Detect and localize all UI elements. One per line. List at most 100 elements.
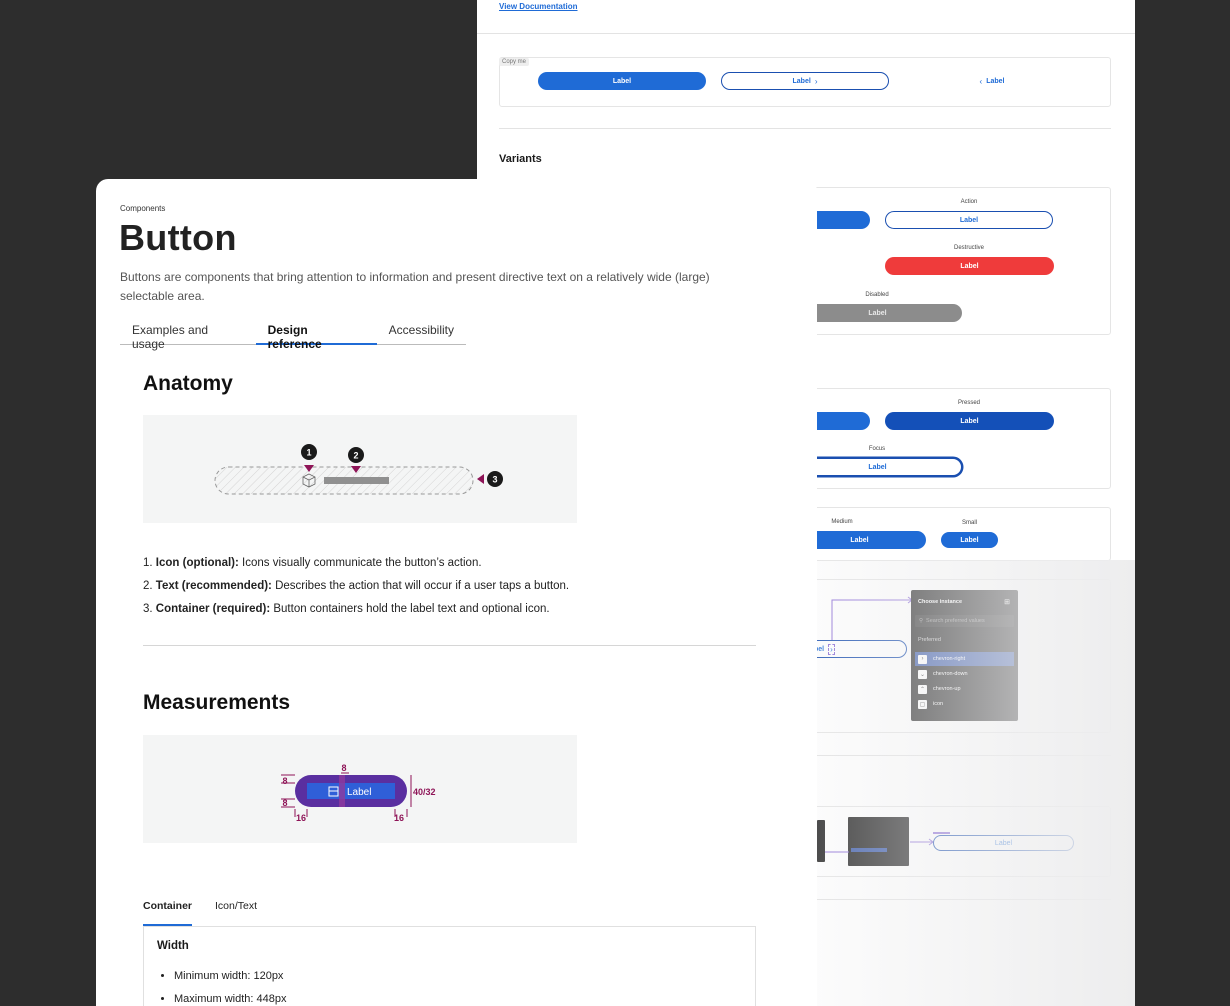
subtab-container[interactable]: Container [143,899,193,926]
outline-button-partial[interactable]: bel › [807,640,907,658]
list-desc: Icons visually communicate the button’s … [238,557,482,569]
list-item: 3. Container (required): Button containe… [143,603,763,626]
outline-button-wide[interactable]: Label [933,835,1074,851]
instance-item-chevron-up[interactable]: ⌃ chevron-up [915,682,1014,696]
destructive-button[interactable]: Label [885,257,1054,275]
button-label: Label [868,309,887,317]
view-documentation-link[interactable]: View Documentation [499,2,578,11]
width-list: Minimum width: 120px Maximum width: 448p… [174,970,287,1006]
search-input[interactable]: ⚲ Search preferred values [915,615,1014,627]
subtab-icon-text[interactable]: Icon/Text [215,899,257,926]
page-description: Buttons are components that bring attent… [120,270,710,303]
small-button[interactable]: Label [941,532,998,548]
chevron-right-icon: › [918,654,927,664]
grid-view-icon[interactable]: ⊞ [1004,598,1010,606]
instance-item-icon[interactable]: ▢ icon [915,697,1014,711]
placeholder-icon: ▢ [918,699,927,709]
anatomy-list: 1. Icon (optional): Icons visually commu… [143,557,763,626]
search-placeholder: Search preferred values [926,618,985,624]
item-label: icon [933,701,944,707]
selection-marker [933,832,950,834]
list-desc: Describes the action that will occur if … [271,580,570,592]
measure-right-pad: 16 [394,813,404,823]
search-icon: ⚲ [919,618,924,624]
chevron-left-icon: ‹ [979,76,983,86]
instance-item-chevron-right[interactable]: › chevron-right [915,652,1014,666]
measurement-subtabs: Container Icon/Text [143,899,280,926]
popup-title: Choose instance [918,599,963,605]
measure-button-label: Label [347,787,371,798]
variants-heading: Variants [499,153,542,165]
list-term: Text (recommended): [155,580,272,592]
copy-me-tag: Copy me [499,58,530,66]
anatomy-heading: Anatomy [143,372,233,395]
outline-button-example[interactable]: Label › [721,72,889,90]
page-title: Button [119,217,237,258]
measure-pad-bottom: 8 [282,798,287,808]
tab-design-reference[interactable]: Design reference [255,319,377,351]
divider [499,128,1111,129]
choose-instance-popup: Choose instance ⊞ ⚲ Search preferred valu… [911,590,1018,721]
tab-examples-and-usage[interactable]: Examples and usage [120,319,256,351]
button-label: Label [960,536,979,544]
front-panel: Components Button Buttons are components… [96,179,817,1006]
section-divider [143,645,756,646]
action-button[interactable]: Label [885,211,1053,229]
button-label: Label [959,216,979,224]
marker-arrow [477,474,484,484]
item-label: chevron-right [933,656,966,662]
measurements-diagram: Label 8 8 8 16 16 40/32 [281,763,436,823]
list-desc: Button containers hold the label text an… [270,603,550,615]
button-label: Label [994,839,1013,847]
breadcrumb[interactable]: Components [120,204,165,213]
width-card: Width Minimum width: 120px Maximum width… [143,926,756,1006]
button-label: Label [960,417,979,425]
tab-bar: Examples and usage Design reference Acce… [120,319,466,351]
pressed-button[interactable]: Label [885,412,1054,430]
marker-2: 2 [353,451,358,461]
text-button-example[interactable]: ‹ Label [967,72,1017,90]
disabled-button: Label [793,304,962,322]
button-label: Label [868,463,887,471]
button-label: Label [792,77,811,85]
chevron-right-icon[interactable]: › [828,643,835,655]
measure-pad-top: 8 [282,776,287,786]
divider [477,33,1135,34]
item-label: chevron-up [933,686,961,692]
instance-item-chevron-down[interactable]: ⌄ chevron-down [915,667,1014,681]
list-number: 1. [143,557,153,569]
measure-left-pad: 16 [296,813,306,823]
marker-3: 3 [492,475,497,485]
chevron-right-icon: › [814,76,818,86]
button-label: Label [612,77,632,85]
filled-button-example[interactable]: Label [538,72,706,90]
chevron-up-icon: ⌃ [918,684,927,694]
list-item: 2. Text (recommended): Describes the act… [143,580,763,603]
destructive-caption: Destructive [953,245,984,251]
list-term: Icon (optional): [155,557,239,569]
chevron-down-icon: ⌄ [918,669,927,679]
button-label: Label [986,77,1005,85]
mini-panel-partial [817,820,825,862]
list-item: Maximum width: 448px [174,993,287,1006]
anatomy-figure: 1 2 3 [143,415,577,523]
button-label: Label [960,262,979,270]
pressed-caption: Pressed [957,400,980,406]
gap-overlay [339,775,345,807]
text-placeholder-bar [324,477,389,484]
connector-line [825,838,934,853]
list-number: 3. [143,603,153,615]
disabled-caption: Disabled [865,292,889,298]
tab-accessibility[interactable]: Accessibility [377,319,466,344]
list-number: 2. [143,580,153,592]
width-title: Width [157,940,189,952]
marker-1: 1 [306,448,311,458]
list-item: 1. Icon (optional): Icons visually commu… [143,557,763,580]
button-label: Label [850,536,869,544]
item-label: chevron-down [933,671,968,677]
small-caption: Small [961,520,977,526]
focus-button[interactable]: Label [793,458,962,476]
list-term: Container (required): [155,603,271,615]
focus-caption: Focus [868,446,886,452]
measurements-figure: Label 8 8 8 16 16 40/32 [143,735,577,843]
